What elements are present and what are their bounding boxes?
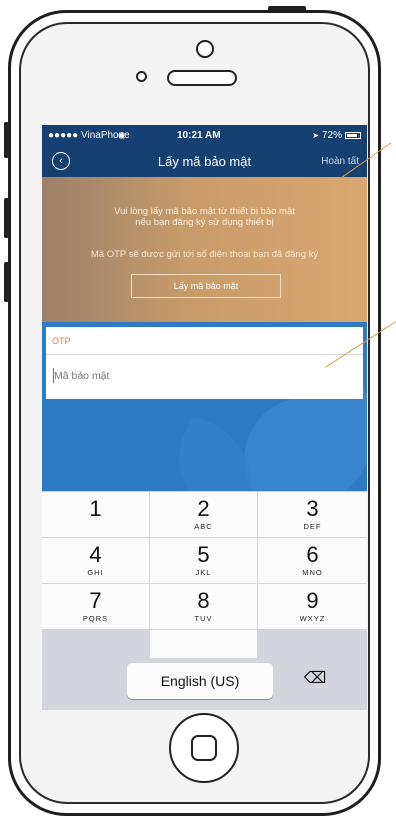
done-button[interactable]: Hoàn tất [321,145,359,177]
battery-icon [345,131,361,139]
banner-line-1: Vui lòng lấy mã bảo mật từ thiết bị bảo … [114,206,295,217]
security-code-input[interactable] [50,363,354,389]
backspace-icon[interactable]: ⌫ [300,667,330,689]
key-1[interactable]: 1 [42,492,149,537]
phone-volume-up [4,198,10,238]
battery-group: ➤ 72% [312,130,361,141]
key-9[interactable]: 9 WXYZ [258,584,367,629]
phone-top-button [268,6,306,11]
key-7[interactable]: 7 PQRS [42,584,149,629]
key-5[interactable]: 5 JKL [150,538,257,583]
divider [46,354,363,355]
front-camera [196,40,214,58]
page-title: Lấy mã bảo mật [157,153,252,169]
text-cursor [53,368,54,383]
banner-line-2: nếu bạn đăng ký sử dụng thiết bị [135,217,274,228]
key-3[interactable]: 3 DEF [258,492,367,537]
status-bar: ●●●●● VinaPhone ◉ 10:21 AM ➤ 72% [42,125,367,145]
proximity-sensor [136,71,147,82]
earpiece-speaker [167,70,237,86]
key-8[interactable]: 8 TUV [150,584,257,629]
phone-screen: ●●●●● VinaPhone ◉ 10:21 AM ➤ 72% Lấy mã … [42,125,367,710]
phone-mute-switch [4,122,10,158]
nav-bar: Lấy mã bảo mật ‹ Hoàn tất [42,145,367,177]
numeric-keypad: 1 2 ABC 3 DEF 4 GHI 5 JKL 6 MNO 7 PQRS 8 TUV 9W… [42,491,367,710]
otp-label: OTP [52,336,71,346]
key-6[interactable]: 6 MNO [258,538,367,583]
key-0-partial[interactable] [150,630,257,658]
otp-note: Mã OTP sẽ được gửi tới số điện thoại bạn… [90,249,319,260]
info-banner: Vui lòng lấy mã bảo mật từ thiết bị bảo … [42,177,367,322]
back-icon[interactable]: ‹ [52,152,70,170]
location-icon: ➤ [312,130,319,140]
home-button-icon [191,735,217,761]
wifi-icon: ◉ [118,129,126,140]
key-4[interactable]: 4 GHI [42,538,149,583]
phone-volume-down [4,262,10,302]
key-2[interactable]: 2 ABC [150,492,257,537]
battery-percent: 72% [321,129,342,141]
language-button[interactable]: English (US) [127,663,273,699]
otp-form: OTP [46,327,363,399]
get-code-button[interactable]: Lấy mã bảo mật [131,274,281,298]
status-time: 10:21 AM [177,129,221,141]
